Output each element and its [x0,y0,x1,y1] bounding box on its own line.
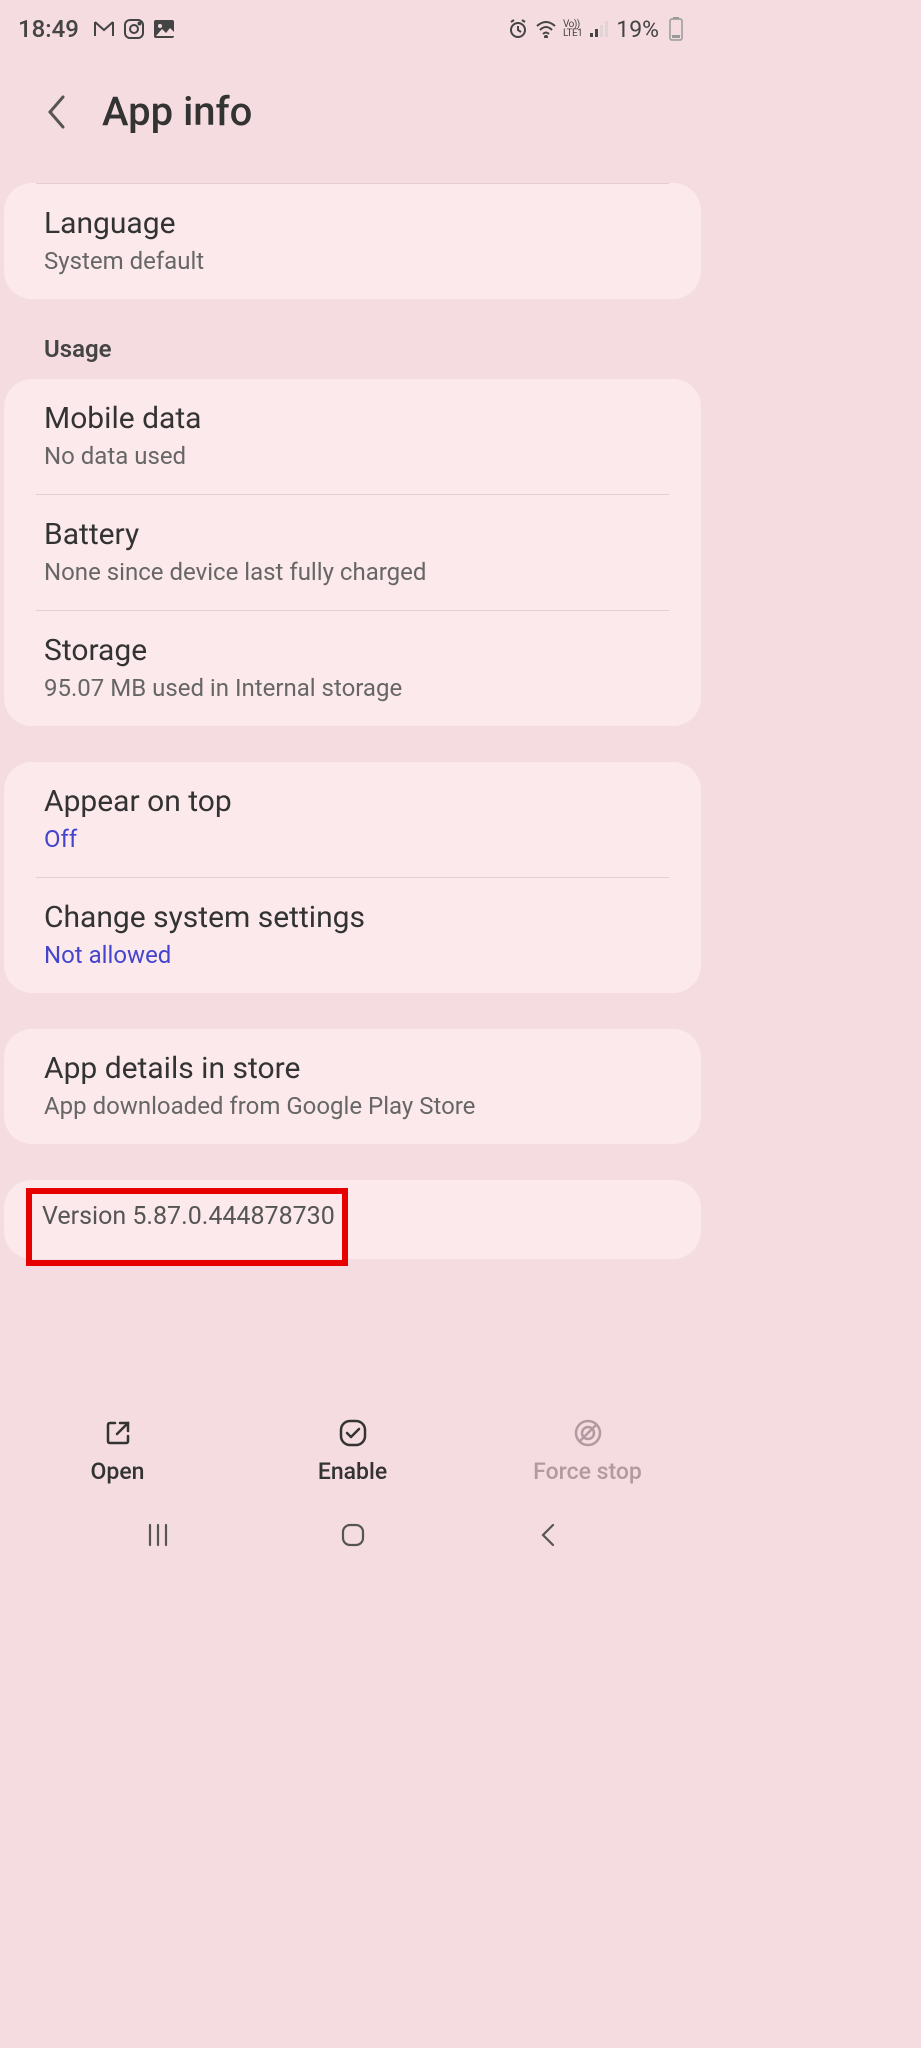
force-stop-icon [573,1418,603,1448]
battery-value: None since device last fully charged [44,558,661,586]
language-item[interactable]: Language System default [4,184,701,299]
appear-on-top-title: Appear on top [44,784,661,819]
gmail-icon [93,18,115,40]
permissions-card: Appear on top Off Change system settings… [4,762,701,993]
page-title: App info [102,88,252,135]
open-label: Open [91,1458,145,1485]
change-system-value: Not allowed [44,941,661,969]
language-title: Language [44,206,661,241]
force-stop-button: Force stop [470,1418,705,1485]
status-time: 18:49 [18,15,79,43]
status-left: 18:49 [18,15,175,43]
nav-bar [0,1503,705,1567]
appear-on-top-item[interactable]: Appear on top Off [4,762,701,877]
language-card: Language System default [4,183,701,299]
nav-home-button[interactable] [323,1519,383,1551]
version-card: Version 5.87.0.444878730 [4,1180,701,1259]
open-icon [103,1418,133,1448]
enable-icon [338,1418,368,1448]
battery-title: Battery [44,517,661,552]
force-stop-label: Force stop [533,1458,642,1485]
language-value: System default [44,247,661,275]
app-details-title: App details in store [44,1051,661,1086]
header: App info [0,58,705,165]
status-bar: 18:49 [0,0,705,58]
usage-card: Mobile data No data used Battery None si… [4,379,701,726]
app-details-item[interactable]: App details in store App downloaded from… [4,1029,701,1144]
wifi-icon [535,18,557,40]
enable-label: Enable [318,1458,387,1485]
gallery-icon [153,18,175,40]
change-system-title: Change system settings [44,900,661,935]
mobile-data-item[interactable]: Mobile data No data used [4,379,701,494]
back-button[interactable] [40,95,74,129]
lte-indicator: Vo)) LTE1 [563,20,582,38]
app-details-value: App downloaded from Google Play Store [44,1092,661,1120]
mobile-data-value: No data used [44,442,661,470]
nav-back-button[interactable] [518,1519,578,1551]
app-details-card: App details in store App downloaded from… [4,1029,701,1144]
content-scroll[interactable]: Language System default Usage Mobile dat… [0,165,705,1392]
appear-on-top-value: Off [44,825,661,853]
status-right: Vo)) LTE1 19% [507,16,687,43]
storage-item[interactable]: Storage 95.07 MB used in Internal storag… [36,610,669,726]
version-text: Version 5.87.0.444878730 [42,1202,663,1231]
instagram-icon [123,18,145,40]
storage-value: 95.07 MB used in Internal storage [44,674,661,702]
bottom-actions: Open Enable Force stop [0,1392,705,1503]
battery-item[interactable]: Battery None since device last fully cha… [36,494,669,610]
open-button[interactable]: Open [0,1418,235,1485]
storage-title: Storage [44,633,661,668]
battery-icon [665,18,687,40]
usage-section-label: Usage [4,335,701,379]
enable-button[interactable]: Enable [235,1418,470,1485]
signal-icon [588,18,610,40]
alarm-icon [507,18,529,40]
mobile-data-title: Mobile data [44,401,661,436]
change-system-item[interactable]: Change system settings Not allowed [36,877,669,993]
battery-percent: 19% [616,16,659,43]
nav-recents-button[interactable] [128,1519,188,1551]
